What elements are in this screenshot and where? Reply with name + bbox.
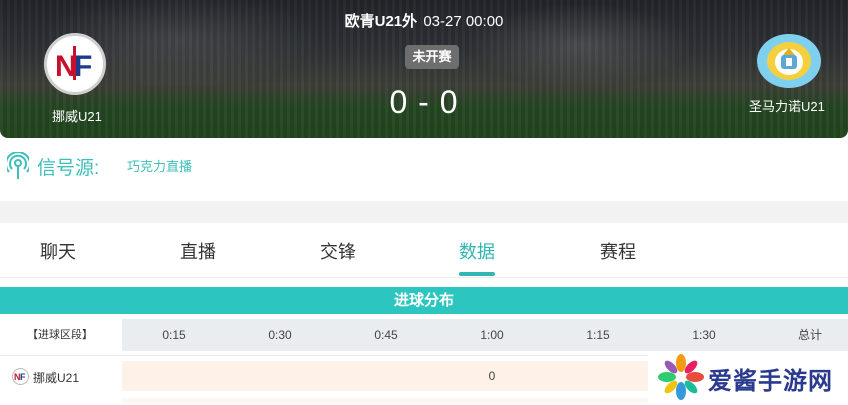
tab-bar: 聊天 直播 交锋 数据 赛程 [0, 223, 848, 278]
tab-head-to-head[interactable]: 交锋 [320, 238, 356, 264]
tab-chat[interactable]: 聊天 [40, 238, 76, 264]
table-header-row: 【进球区段】 0:15 0:30 0:45 1:00 1:15 1:30 总计 [0, 319, 848, 351]
watermark-text: 爱酱手游网 [708, 368, 833, 395]
svg-text:F: F [20, 372, 26, 382]
section-divider [0, 201, 848, 223]
column-header: 0:30 [268, 328, 292, 342]
away-team-logo-icon[interactable] [757, 34, 821, 88]
goal-distribution-title: 进球分布 [0, 287, 848, 314]
column-header: 0:45 [374, 328, 398, 342]
match-score: 0 - 0 [389, 84, 459, 120]
row-header-label: 【进球区段】 [0, 319, 120, 351]
signal-source-link[interactable]: 巧克力直播 [127, 156, 192, 175]
column-header: 1:30 [692, 328, 716, 342]
time-columns: 0:15 0:30 0:45 1:00 1:15 1:30 总计 [122, 319, 848, 351]
status-badge: 未开赛 [405, 45, 459, 69]
tab-schedule[interactable]: 赛程 [600, 238, 636, 264]
column-header: 0:15 [162, 328, 186, 342]
broadcast-icon [5, 151, 31, 185]
column-header: 1:15 [586, 328, 610, 342]
watermark: 爱酱手游网 [648, 352, 848, 403]
column-header: 1:00 [480, 328, 504, 342]
home-team-logo-icon[interactable]: N F [44, 33, 106, 95]
team-logo-icon: N F [12, 368, 29, 385]
away-team-name[interactable]: 圣马力诺U21 [749, 96, 825, 115]
match-title: 欧青U21外 03-27 00:00 [0, 10, 848, 31]
column-header: 总计 [797, 328, 822, 342]
flower-logo-icon [658, 354, 704, 405]
signal-source-section: 信号源: 巧克力直播 [0, 138, 848, 200]
svg-text:F: F [74, 50, 92, 83]
signal-source-label: 信号源: [37, 158, 100, 179]
match-header-banner: 欧青U21外 03-27 00:00 未开赛 0 - 0 N F 挪威U21 圣… [0, 0, 848, 138]
active-tab-indicator [459, 272, 495, 276]
tab-live[interactable]: 直播 [180, 238, 216, 264]
home-team-name[interactable]: 挪威U21 [52, 106, 102, 125]
competition-name: 欧青U21外 [344, 13, 418, 30]
tab-data[interactable]: 数据 [459, 238, 495, 264]
row-team-name: 挪威U21 [33, 371, 80, 385]
match-datetime: 03-27 00:00 [423, 13, 504, 30]
